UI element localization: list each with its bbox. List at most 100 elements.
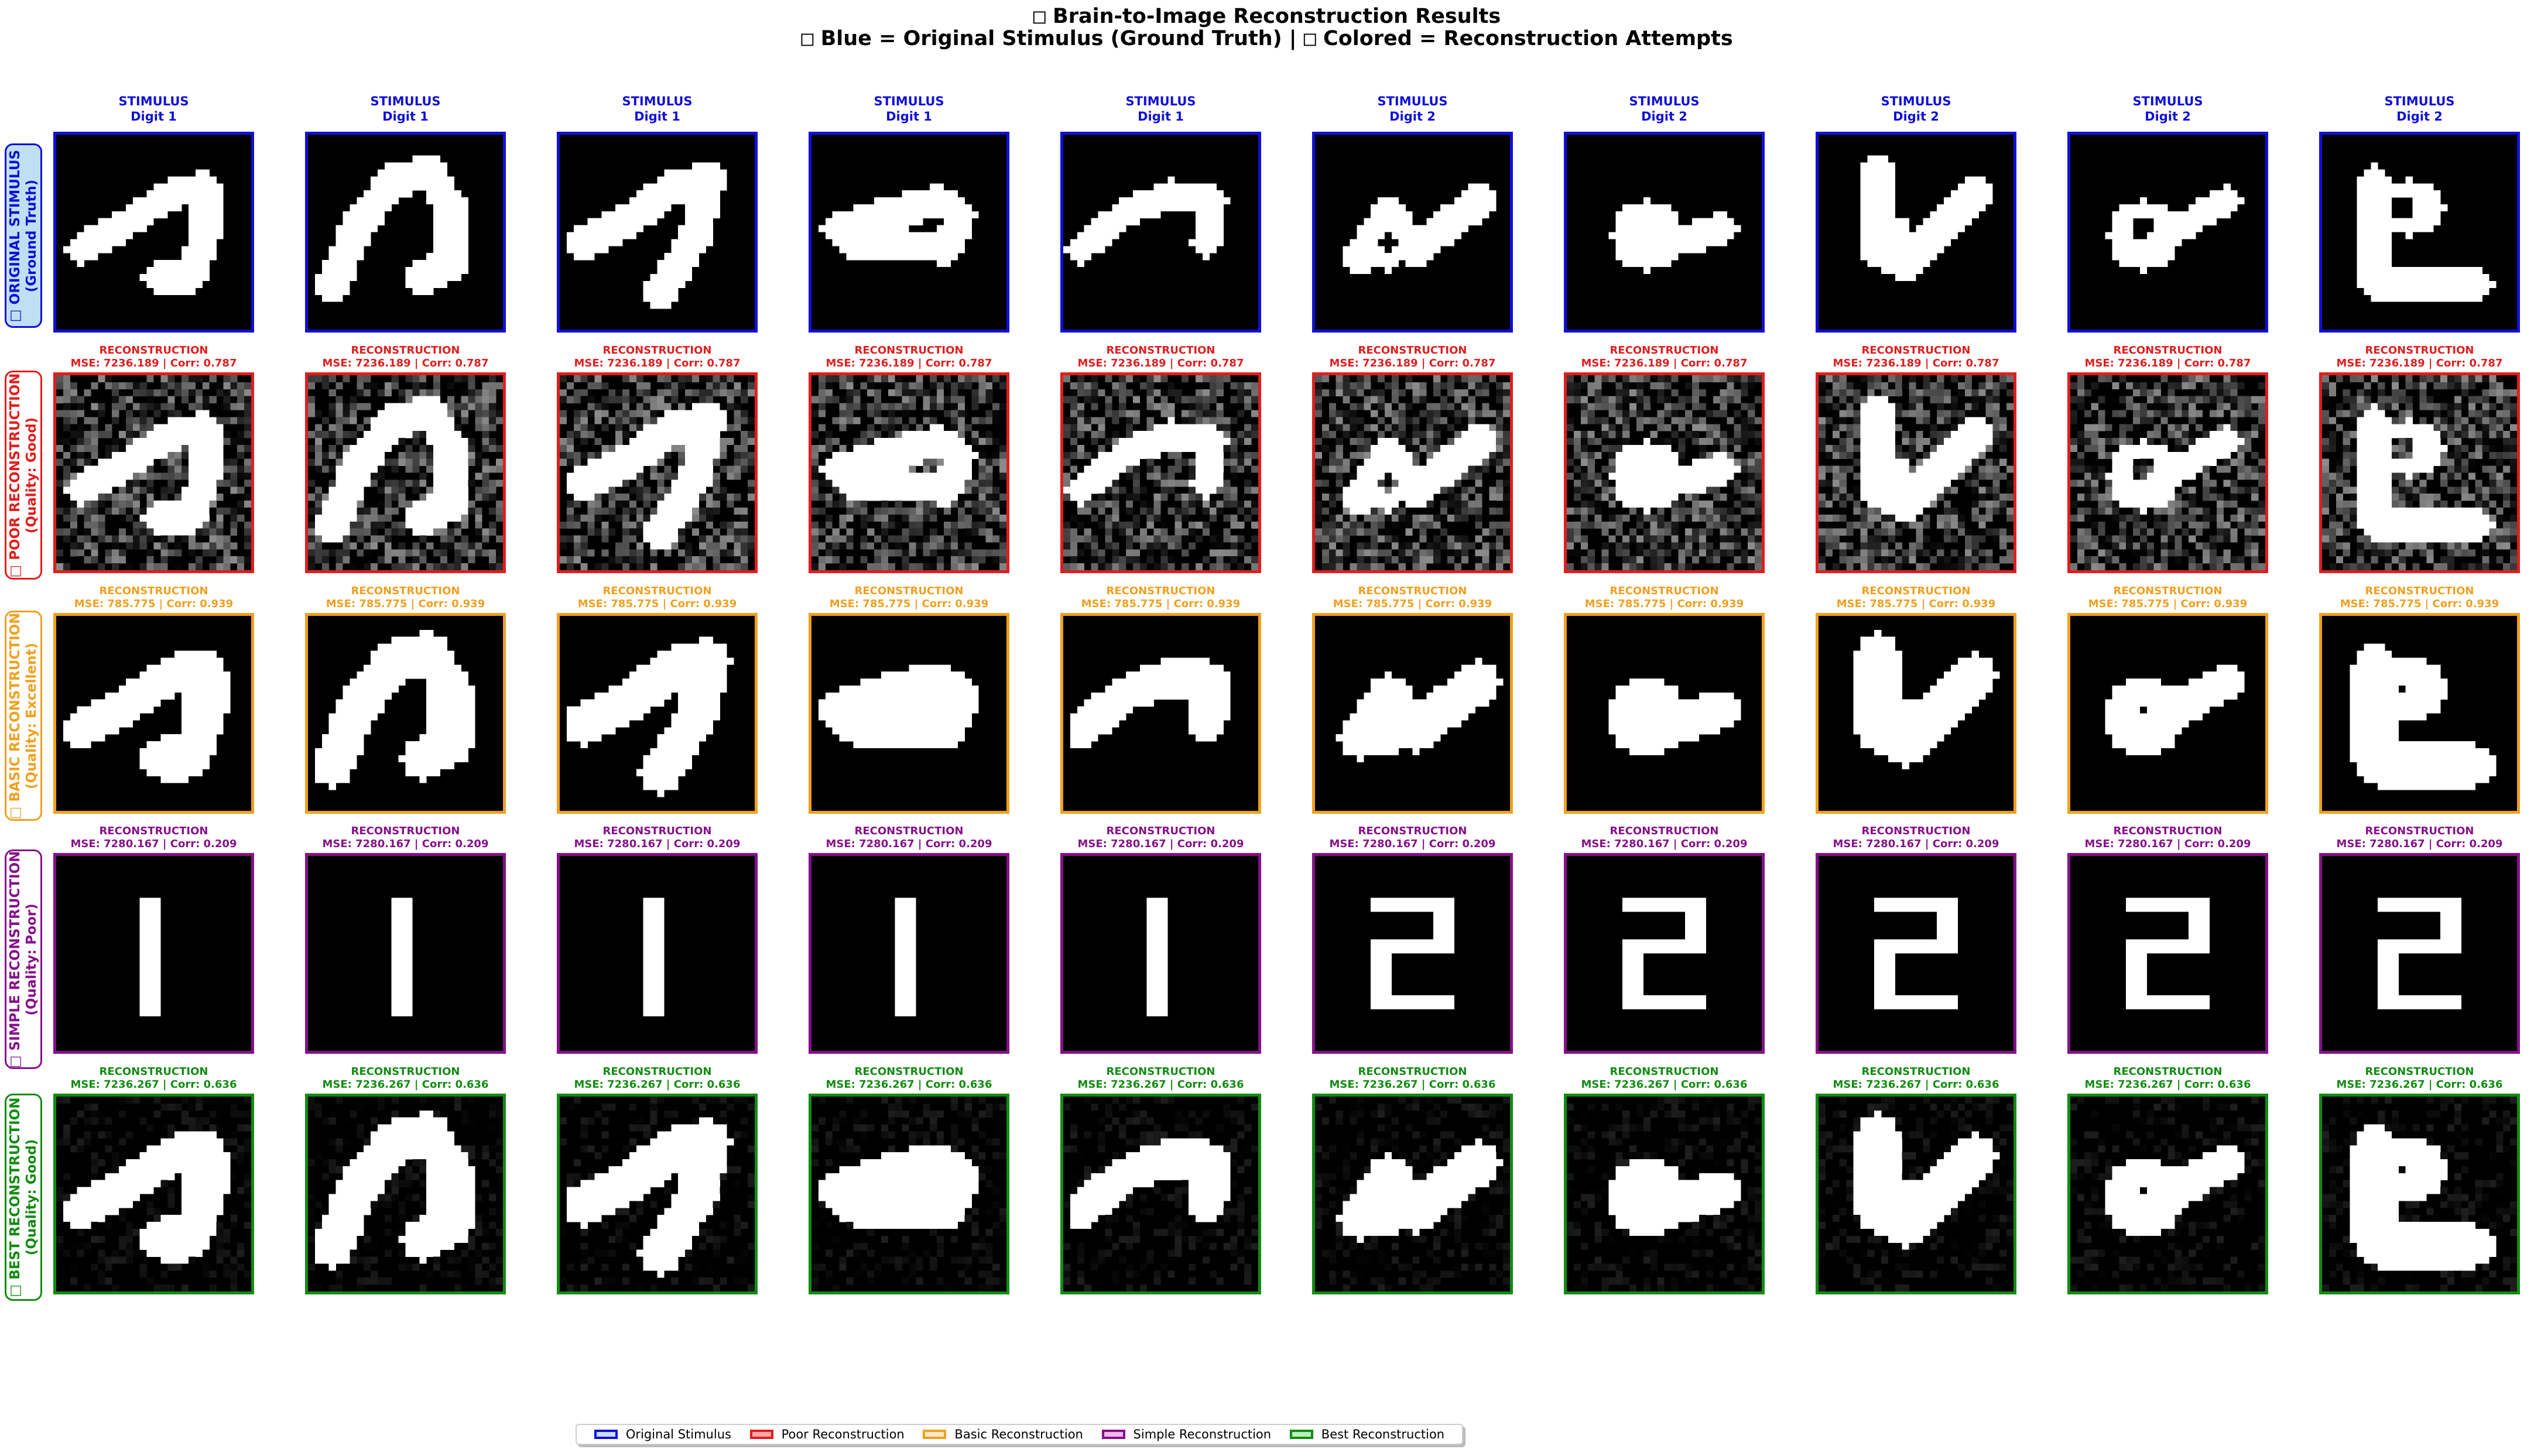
best-digit-image-8 [1819,1097,2013,1291]
figure-subtitle-part2: Colored = Reconstruction Attempts [1323,27,1733,50]
simple-image-4 [809,853,1009,1054]
column-label-2: STIMULUS Digit 1 [305,94,506,124]
column-label-digit: Digit 1 [131,109,177,124]
basic-cell-caption-8: RECONSTRUCTION MSE: 785.775 | Corr: 0.939 [1798,585,2034,611]
best-cell-caption-10: RECONSTRUCTION MSE: 7236.267 | Corr: 0.63… [2302,1066,2534,1091]
cell-caption-metrics: MSE: 7280.167 | Corr: 0.209 [1329,838,1496,850]
cell-caption-metrics: MSE: 7236.189 | Corr: 0.787 [1329,357,1496,369]
poor-image-6 [1312,372,1513,573]
simple-cell-caption-6: RECONSTRUCTION MSE: 7280.167 | Corr: 0.20… [1295,825,1530,851]
cell-caption-metrics: MSE: 785.775 | Corr: 0.939 [74,598,234,610]
simple-image-8 [1816,853,2016,1054]
column-label-title: STIMULUS [370,94,441,108]
column-label-title: STIMULUS [2384,94,2455,108]
legend-label: Original Stimulus [625,1427,731,1441]
column-label-title: STIMULUS [622,94,693,108]
original-digit-image-4 [818,183,979,268]
simple-cell-caption-8: RECONSTRUCTION MSE: 7280.167 | Corr: 0.20… [1798,825,2034,851]
best-image-5 [1060,1094,1261,1294]
cell-caption-metrics: MSE: 7236.189 | Corr: 0.787 [70,357,237,369]
simple-cell-caption-7: RECONSTRUCTION MSE: 7280.167 | Corr: 0.20… [1546,825,1782,851]
cell-caption-title: RECONSTRUCTION [1610,825,1719,837]
figure-subtitle: □ Blue = Original Stimulus (Ground Truth… [0,27,2534,50]
simple-cell-caption-5: RECONSTRUCTION MSE: 7280.167 | Corr: 0.20… [1043,825,1279,851]
basic-digit-image-7 [1608,679,1741,756]
original-image-9 [2067,132,2268,333]
cell-caption-metrics: MSE: 7280.167 | Corr: 0.209 [70,838,237,850]
best-digit-image-6 [1315,1097,1510,1291]
column-label-title: STIMULUS [1125,94,1196,108]
cell-caption-title: RECONSTRUCTION [1358,825,1467,837]
cell-caption-title: RECONSTRUCTION [1106,1066,1215,1078]
simple-cell-caption-2: RECONSTRUCTION MSE: 7280.167 | Corr: 0.20… [287,825,523,851]
poor-digit-image-5 [1063,375,1258,570]
title-icon: □ [1033,5,1046,28]
cell-caption-title: RECONSTRUCTION [602,344,712,357]
column-label-9: STIMULUS Digit 2 [2067,94,2268,124]
cell-caption-title: RECONSTRUCTION [1610,344,1719,357]
cell-caption-metrics: MSE: 7236.189 | Corr: 0.787 [1833,357,1999,369]
best-digit-image-4 [811,1097,1006,1291]
legend-swatch [749,1430,773,1439]
best-cell-caption-4: RECONSTRUCTION MSE: 7236.267 | Corr: 0.63… [791,1066,1027,1091]
column-label-title: STIMULUS [874,94,944,108]
column-label-8: STIMULUS Digit 2 [1816,94,2016,124]
legend-swatch [923,1430,947,1439]
original-digit-image-3 [566,162,727,309]
basic-image-5 [1060,613,1261,814]
simple-cell-caption-10: RECONSTRUCTION MSE: 7280.167 | Corr: 0.20… [2302,825,2534,851]
cell-caption-metrics: MSE: 7236.189 | Corr: 0.787 [322,357,489,369]
cell-caption-metrics: MSE: 7236.267 | Corr: 0.636 [1581,1078,1748,1091]
original-digit-image-1 [63,169,224,295]
column-label-3: STIMULUS Digit 1 [557,94,758,124]
cell-caption-metrics: MSE: 785.775 | Corr: 0.939 [1081,598,1241,610]
poor-digit-image-9 [2070,375,2265,570]
poor-digit-image-1 [56,375,251,570]
best-digit-image-2 [308,1097,503,1291]
original-digit-image-2 [314,155,468,302]
cell-caption-metrics: MSE: 7280.167 | Corr: 0.209 [1077,838,1244,850]
column-label-5: STIMULUS Digit 1 [1060,94,1261,124]
cell-caption-title: RECONSTRUCTION [99,344,208,357]
cell-caption-metrics: MSE: 7280.167 | Corr: 0.209 [1833,838,1999,850]
column-label-digit: Digit 1 [886,109,932,124]
cell-caption-metrics: MSE: 785.775 | Corr: 0.939 [1584,598,1744,610]
best-image-3 [557,1094,758,1294]
cell-caption-metrics: MSE: 7236.267 | Corr: 0.636 [2336,1078,2503,1091]
cell-caption-title: RECONSTRUCTION [99,825,208,837]
original-image-6 [1312,132,1513,333]
poor-digit-image-10 [2322,375,2517,570]
cell-caption-title: RECONSTRUCTION [854,1066,964,1078]
best-digit-image-3 [560,1097,755,1291]
basic-digit-image-6 [1336,657,1504,762]
basic-digit-image-9 [2105,664,2245,756]
poor-cell-caption-8: RECONSTRUCTION MSE: 7236.189 | Corr: 0.78… [1798,344,2034,370]
best-cell-caption-8: RECONSTRUCTION MSE: 7236.267 | Corr: 0.63… [1798,1066,2034,1091]
poor-digit-image-4 [811,375,1006,570]
cell-caption-title: RECONSTRUCTION [1106,825,1215,837]
row-label-title: □ BASIC RECONSTRUCTION [8,612,23,819]
basic-cell-caption-10: RECONSTRUCTION MSE: 785.775 | Corr: 0.939 [2302,585,2534,611]
cell-caption-title: RECONSTRUCTION [2365,344,2474,357]
basic-digit-image-2 [314,629,475,790]
cell-caption-metrics: MSE: 7236.267 | Corr: 0.636 [322,1078,489,1091]
row-label-quality: (Quality: Excellent) [24,642,39,789]
column-label-digit: Digit 1 [1138,109,1184,124]
basic-digit-image-1 [63,650,231,783]
legend-item-2: Poor Reconstruction [749,1427,905,1441]
poor-digit-image-2 [308,375,503,570]
legend-label: Simple Reconstruction [1133,1427,1272,1441]
original-image-4 [809,132,1009,333]
column-label-1: STIMULUS Digit 1 [53,94,254,124]
cell-caption-metrics: MSE: 7280.167 | Corr: 0.209 [574,838,741,850]
best-image-8 [1816,1094,2016,1294]
basic-digit-image-8 [1853,629,2000,769]
cell-caption-title: RECONSTRUCTION [602,585,712,597]
basic-cell-caption-5: RECONSTRUCTION MSE: 785.775 | Corr: 0.939 [1043,585,1279,611]
simple-image-5 [1060,853,1261,1054]
basic-image-8 [1816,613,2016,814]
cell-caption-title: RECONSTRUCTION [351,585,460,597]
poor-cell-caption-5: RECONSTRUCTION MSE: 7236.189 | Corr: 0.78… [1043,344,1279,370]
simple-image-9 [2067,853,2268,1054]
poor-cell-caption-1: RECONSTRUCTION MSE: 7236.189 | Corr: 0.78… [36,344,272,370]
